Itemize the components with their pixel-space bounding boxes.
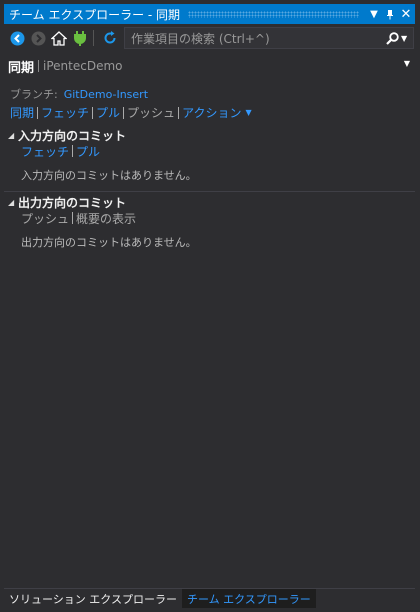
outgoing-header[interactable]: ◢ 出力方向のコミット [4,194,415,210]
page-title[interactable]: 同期 [8,57,34,76]
home-icon [51,30,67,46]
outgoing-push-label: プッシュ [21,211,70,226]
incoming-fetch-link[interactable]: フェッチ [21,143,69,160]
action-divider [178,106,180,119]
outgoing-empty-message: 出力方向のコミットはありません。 [21,236,197,249]
page-menu-dropdown-icon[interactable]: ▼ [404,59,410,68]
forward-button[interactable] [28,28,48,48]
home-button[interactable] [49,28,69,48]
pull-link[interactable]: プル [96,104,120,121]
search-dropdown-icon[interactable]: ▼ [401,34,413,43]
incoming-section: ◢ 入力方向のコミット フェッチ プル 入力方向のコミットはありません。 [4,127,415,183]
collapse-icon[interactable]: ◢ [4,131,18,140]
link-divider [72,212,74,224]
incoming-title: 入力方向のコミット [18,128,127,143]
action-divider [37,106,39,119]
bottom-tab-strip: ソリューション エクスプローラー チーム エクスプローラー [4,588,415,608]
header-divider [38,60,40,72]
connect-button[interactable] [70,28,90,48]
section-divider [4,191,415,192]
push-label: プッシュ [127,106,176,120]
outgoing-section: ◢ 出力方向のコミット プッシュ 概要の表示 出力方向のコミットはありません。 [4,194,415,250]
window-title: チーム エクスプローラー - 同期 [9,7,181,22]
work-item-search[interactable]: 作業項目の検索 (Ctrl+^) ▼ [124,27,414,49]
window-menu-dropdown-icon[interactable]: ▼ [367,4,381,24]
title-grip [188,10,359,18]
search-icon[interactable] [383,29,401,47]
incoming-empty-message: 入力方向のコミットはありません。 [21,169,197,182]
fetch-link[interactable]: フェッチ [41,104,89,121]
window-titlebar[interactable]: チーム エクスプローラー - 同期 ▼ ✕ [4,4,415,24]
outgoing-overview-label: 概要の表示 [76,211,137,226]
back-icon [10,31,24,45]
pin-icon[interactable] [383,4,397,24]
actions-menu[interactable]: アクション [182,104,241,121]
toolbar-separator [93,30,94,46]
tab-team-explorer[interactable]: チーム エクスプローラー [181,589,316,608]
collapse-icon[interactable]: ◢ [4,198,18,207]
branch-info: ブランチ: GitDemo-Insert [10,86,148,102]
incoming-links: フェッチ プル [21,143,415,159]
page-header: 同期 iPentecDemo ▼ [8,57,412,76]
toolbar: 作業項目の検索 (Ctrl+^) ▼ [4,26,415,50]
sync-link[interactable]: 同期 [10,104,34,121]
close-icon[interactable]: ✕ [399,4,413,24]
sync-actions: 同期 フェッチ プル プッシュ アクション ▼ [10,104,252,121]
plug-icon [74,31,86,46]
action-divider [92,106,94,119]
branch-link[interactable]: GitDemo-Insert [64,88,148,101]
repository-name: iPentecDemo [43,59,123,73]
incoming-header[interactable]: ◢ 入力方向のコミット [4,127,415,143]
forward-icon [31,31,45,45]
actions-dropdown-icon[interactable]: ▼ [245,108,251,117]
refresh-icon [104,31,116,44]
outgoing-links: プッシュ 概要の表示 [21,210,415,226]
link-divider [72,145,74,157]
outgoing-title: 出力方向のコミット [18,195,127,210]
search-input[interactable]: 作業項目の検索 (Ctrl+^) [125,30,383,47]
action-divider [123,106,125,119]
back-button[interactable] [7,28,27,48]
branch-label: ブランチ: [10,88,58,101]
tab-solution-explorer[interactable]: ソリューション エクスプローラー [4,589,182,608]
incoming-pull-link[interactable]: プル [76,143,100,160]
refresh-button[interactable] [100,28,120,48]
